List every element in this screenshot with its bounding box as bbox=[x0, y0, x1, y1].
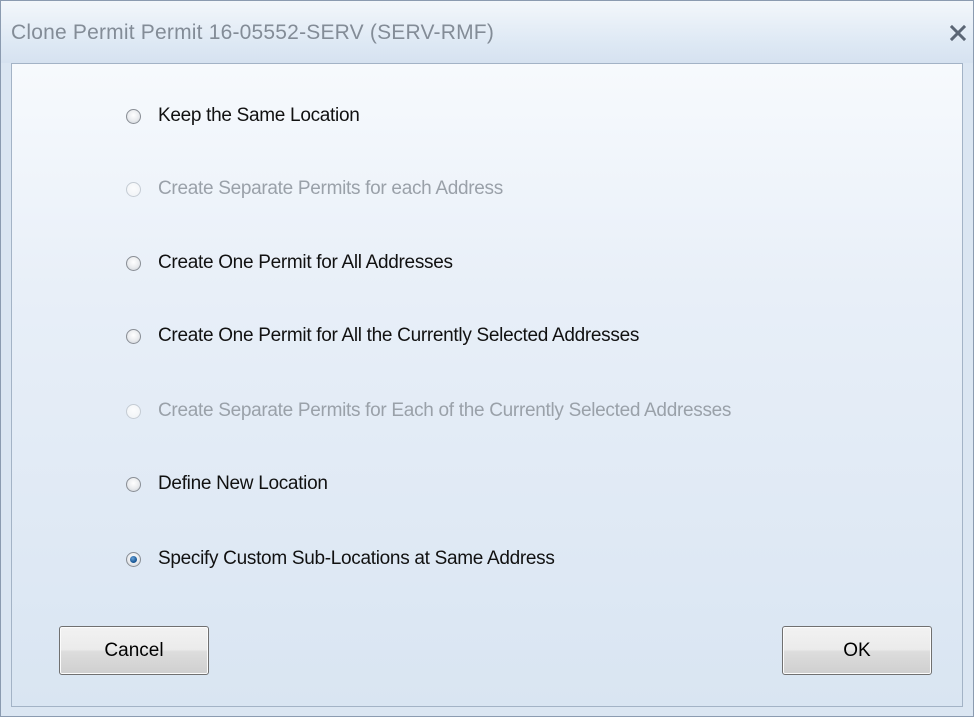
option-define-new-location[interactable]: Define New Location bbox=[126, 469, 328, 499]
radio-button[interactable] bbox=[126, 255, 141, 271]
cancel-button[interactable]: Cancel bbox=[59, 626, 209, 675]
radio-button[interactable] bbox=[126, 108, 141, 124]
option-separate-permits-each-address: Create Separate Permits for each Address bbox=[126, 174, 503, 204]
radio-button bbox=[126, 181, 141, 197]
option-label: Specify Custom Sub-Locations at Same Add… bbox=[158, 548, 555, 569]
close-icon[interactable] bbox=[947, 20, 969, 44]
option-one-permit-all-addresses[interactable]: Create One Permit for All Addresses bbox=[126, 248, 453, 278]
radio-button bbox=[126, 403, 141, 419]
radio-button[interactable] bbox=[126, 551, 141, 567]
option-separate-permits-selected-addresses: Create Separate Permits for Each of the … bbox=[126, 396, 731, 426]
option-label: Define New Location bbox=[158, 473, 328, 494]
option-keep-same-location[interactable]: Keep the Same Location bbox=[126, 101, 360, 131]
option-custom-sub-locations[interactable]: Specify Custom Sub-Locations at Same Add… bbox=[126, 544, 555, 574]
option-one-permit-selected-addresses[interactable]: Create One Permit for All the Currently … bbox=[126, 321, 639, 351]
option-label: Create One Permit for All Addresses bbox=[158, 252, 453, 273]
options-panel: Keep the Same Location Create Separate P… bbox=[11, 63, 963, 707]
option-label: Create Separate Permits for each Address bbox=[158, 178, 503, 199]
option-label: Keep the Same Location bbox=[158, 105, 360, 126]
option-label: Create Separate Permits for Each of the … bbox=[158, 400, 732, 421]
title-bar[interactable]: Clone Permit Permit 16-05552-SERV (SERV-… bbox=[1, 1, 973, 63]
dialog-title: Clone Permit Permit 16-05552-SERV (SERV-… bbox=[11, 21, 495, 44]
clone-permit-dialog: Clone Permit Permit 16-05552-SERV (SERV-… bbox=[0, 0, 974, 717]
radio-button[interactable] bbox=[126, 328, 141, 344]
radio-button[interactable] bbox=[126, 476, 141, 492]
option-label: Create One Permit for All the Currently … bbox=[158, 325, 640, 346]
ok-button[interactable]: OK bbox=[782, 626, 932, 675]
